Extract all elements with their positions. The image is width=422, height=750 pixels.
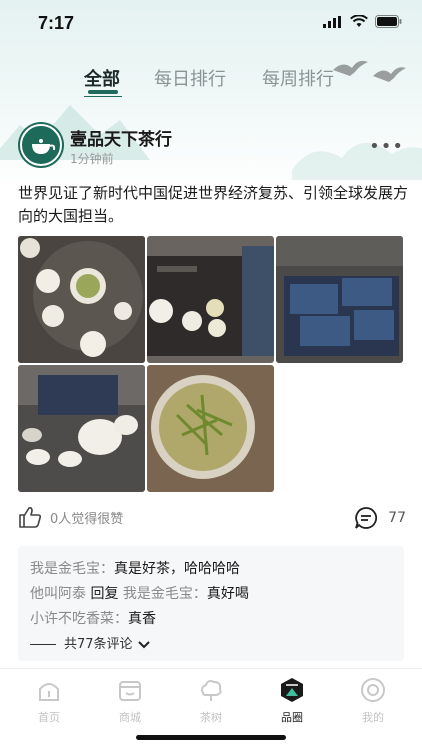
tabbar-label: 我的 [362, 711, 384, 724]
comment-body: 真好喝 [206, 586, 249, 602]
comment-icon [355, 507, 378, 529]
status-bar: 7:17 [0, 0, 422, 50]
tabbar-home[interactable]: 首页 [19, 677, 79, 725]
photo-tea-pot[interactable] [18, 365, 145, 492]
comment-body: 真是好茶，哈哈哈哈 [114, 561, 240, 577]
comment-user[interactable]: 我是金毛宝： [30, 561, 114, 577]
photo-green-tea-glass[interactable] [147, 365, 274, 492]
avatar[interactable] [18, 122, 64, 168]
comment-user[interactable]: 他叫阿泰 [30, 586, 86, 602]
post-actions: 0人觉得很赞 77 [18, 506, 408, 536]
comment-count: 77 [388, 510, 406, 526]
like-button[interactable]: 0人觉得很赞 [18, 506, 123, 528]
reply-word: 回复 [90, 586, 119, 602]
tab-daily-ranking[interactable]: 每日排行 [154, 65, 226, 91]
photo-gift-box[interactable] [276, 236, 403, 363]
divider-dash [30, 644, 56, 645]
reply-target-user[interactable]: 我是金毛宝： [123, 586, 207, 602]
bottom-tab-bar: 首页 商城 茶树 品圈 我的 [0, 668, 422, 730]
tabbar-profile[interactable]: 我的 [343, 677, 403, 725]
post-header: 壹品天下茶行 1分钟前 ••• [18, 122, 408, 172]
comment-section: 我是金毛宝：真是好茶，哈哈哈哈 他叫阿泰 回复 我是金毛宝：真好喝 小许不吃香菜… [18, 546, 404, 661]
tabbar-label: 首页 [38, 711, 60, 724]
shop-icon [119, 681, 141, 701]
wifi-icon [350, 15, 368, 27]
post-text: 世界见证了新时代中国促进世界经济复苏、引领全球发展方向的大国担当。 [18, 184, 409, 225]
battery-icon [375, 15, 402, 28]
photo-tea-set[interactable] [18, 236, 145, 363]
chevron-down-icon [137, 640, 150, 648]
tabbar-label: 商城 [119, 711, 141, 724]
tabbar-label: 茶树 [200, 711, 222, 724]
comment-item[interactable]: 小许不吃香菜：真香 [30, 607, 392, 632]
tab-indicator-line [84, 96, 122, 97]
comment-total: 共77条评论 [64, 637, 133, 652]
feed-tabs: 全部 每日排行 每周排行 [0, 60, 422, 100]
more-options-icon[interactable]: ••• [369, 136, 404, 157]
comment-button[interactable]: 77 [354, 506, 406, 530]
tree-icon [201, 680, 222, 701]
signal-icon [323, 15, 341, 28]
tab-weekly-ranking[interactable]: 每周排行 [262, 65, 334, 91]
profile-icon [361, 678, 385, 702]
view-all-comments[interactable]: 共77条评论 [30, 632, 392, 657]
tabbar-shop[interactable]: 商城 [100, 677, 160, 725]
comment-user[interactable]: 小许不吃香菜： [30, 611, 128, 627]
comment-item[interactable]: 我是金毛宝：真是好茶，哈哈哈哈 [30, 557, 392, 582]
tabbar-label: 品圈 [281, 711, 303, 724]
home-indicator[interactable] [136, 735, 286, 740]
circle-icon [281, 678, 303, 702]
author-name[interactable]: 壹品天下茶行 [70, 125, 172, 150]
post-time: 1分钟前 [70, 152, 114, 166]
tabbar-tree[interactable]: 茶树 [181, 677, 241, 725]
teapot-logo-icon [20, 124, 62, 166]
comment-item[interactable]: 他叫阿泰 回复 我是金毛宝：真好喝 [30, 582, 392, 607]
thumbs-up-icon [19, 507, 42, 528]
home-icon [39, 683, 59, 701]
comment-body: 真香 [128, 611, 156, 627]
like-count: 0人觉得很赞 [50, 511, 124, 527]
status-time: 7:17 [38, 13, 75, 33]
tab-all[interactable]: 全部 [84, 65, 120, 91]
photo-tea-tray[interactable] [147, 236, 274, 363]
tab-indicator [88, 90, 118, 94]
tabbar-circle[interactable]: 品圈 [262, 677, 322, 725]
